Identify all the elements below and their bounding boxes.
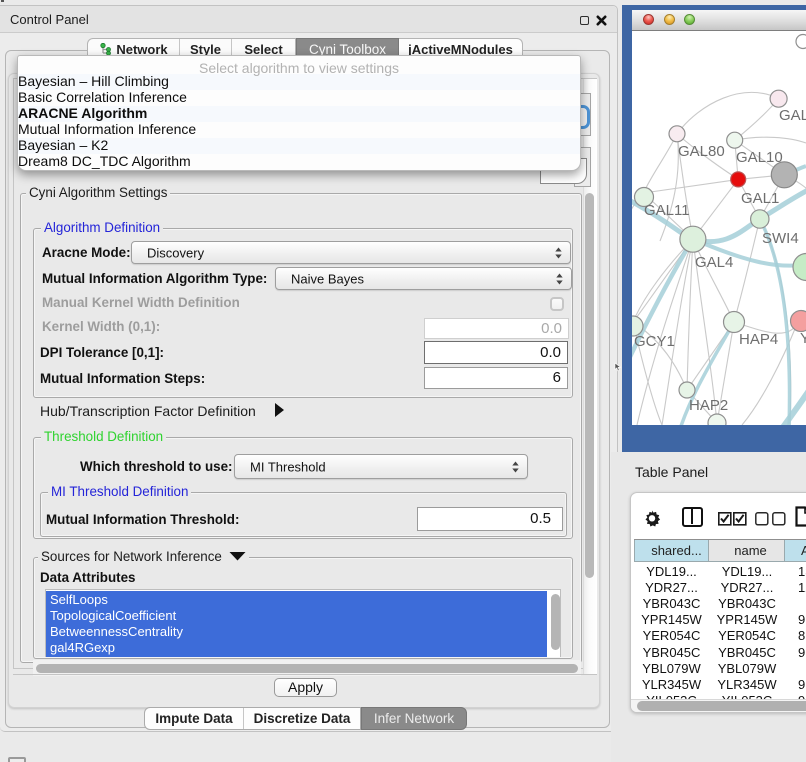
svg-text:GCY1: GCY1 (634, 333, 675, 350)
svg-text:SWI4: SWI4 (762, 230, 799, 247)
svg-text:HAP2: HAP2 (689, 397, 728, 414)
svg-text:GAL7: GAL7 (779, 107, 806, 124)
svg-text:GAL10: GAL10 (736, 149, 783, 166)
svg-text:GAL1: GAL1 (741, 190, 779, 207)
svg-text:GAL11: GAL11 (644, 202, 690, 219)
svg-text:GAL4: GAL4 (695, 254, 733, 271)
svg-text:YD: YD (800, 330, 806, 347)
svg-text:HAP4: HAP4 (739, 331, 778, 348)
svg-text:GAL80: GAL80 (678, 143, 725, 160)
